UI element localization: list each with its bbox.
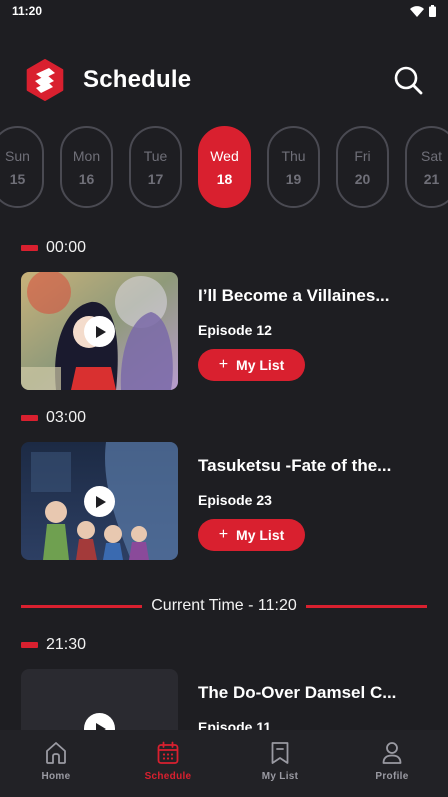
bottom-navigation: Home Schedule My List Profile [0,730,448,797]
button-label: My List [236,357,285,373]
day-name: Sat [420,147,442,164]
episode-thumbnail[interactable] [21,669,178,730]
status-time: 11:20 [12,4,43,18]
bookmark-icon [271,742,289,764]
day-chip-fri[interactable]: Fri 20 [336,126,389,208]
profile-icon [382,742,402,764]
day-chip-sun[interactable]: Sun 15 [0,126,44,208]
nav-label: Home [41,771,71,782]
day-name: Thu [281,147,306,164]
nav-label: My List [261,771,299,782]
play-icon[interactable] [84,316,115,347]
day-chip-sat[interactable]: Sat 21 [405,126,448,208]
episode-card[interactable]: The Do-Over Damsel C... Episode 11 [21,669,427,730]
episode-thumbnail[interactable] [21,442,178,560]
divider-line [305,604,428,608]
nav-home[interactable]: Home [0,730,112,797]
day-chip-wed[interactable]: Wed 18 [198,126,251,208]
play-icon[interactable] [84,486,115,517]
time-slot-header: 00:00 [21,239,86,257]
app-logo-icon [26,59,64,101]
current-time-indicator: Current Time - 11:20 [21,596,428,616]
nav-label: Schedule [144,771,192,782]
play-icon[interactable] [84,713,115,730]
nav-schedule[interactable]: Schedule [112,730,224,797]
episode-title[interactable]: The Do-Over Damsel C... [198,683,427,703]
day-name: Mon [72,147,101,164]
day-chip-tue[interactable]: Tue 17 [129,126,182,208]
day-chip-mon[interactable]: Mon 16 [60,126,113,208]
day-name: Wed [210,147,239,164]
nav-my-list[interactable]: My List [224,730,336,797]
button-label: My List [236,527,285,543]
episode-title[interactable]: I’ll Become a Villaines... [198,286,427,306]
add-to-my-list-button[interactable]: + My List [198,349,305,381]
nav-label: Profile [375,771,409,782]
day-number: 17 [147,170,164,187]
plus-icon: + [218,526,229,543]
battery-icon [429,5,436,17]
page-title: Schedule [83,66,192,93]
day-name: Sun [5,147,30,164]
episode-number: Episode 23 [198,492,272,508]
day-chip-thu[interactable]: Thu 19 [267,126,320,208]
nav-profile[interactable]: Profile [336,730,448,797]
episode-card[interactable]: Tasuketsu -Fate of the... Episode 23 + M… [21,442,427,560]
plus-icon: + [218,356,229,373]
episode-number: Episode 12 [198,322,272,338]
add-to-my-list-button[interactable]: + My List [198,519,305,551]
day-number: 15 [9,170,26,187]
day-name: Fri [354,147,371,164]
time-marker [21,415,38,421]
schedule-list[interactable]: 00:00 I’ll Become a Villaines... Episode… [0,230,448,730]
episode-title[interactable]: Tasuketsu -Fate of the... [198,456,427,476]
episode-number: Episode 11 [198,719,272,730]
episode-card[interactable]: I’ll Become a Villaines... Episode 12 + … [21,272,427,390]
day-number: 19 [285,170,302,187]
episode-thumbnail[interactable] [21,272,178,390]
day-name: Tue [143,147,168,164]
home-icon [46,742,66,764]
time-slot-header: 21:30 [21,636,86,654]
day-number: 21 [423,170,440,187]
current-time-label: Current Time - 11:20 [151,597,297,614]
app-header: Schedule [24,56,424,104]
search-icon[interactable] [392,64,424,96]
time-slot-header: 03:00 [21,409,86,427]
day-number: 16 [78,170,95,187]
time-marker [21,245,38,251]
calendar-icon [157,741,179,764]
slot-time: 00:00 [46,239,87,256]
day-number: 18 [216,170,233,187]
wifi-icon [410,5,424,17]
time-marker [21,642,38,648]
slot-time: 21:30 [46,636,87,653]
divider-line [21,604,143,608]
status-bar: 11:20 [0,0,448,22]
slot-time: 03:00 [46,409,87,426]
status-icons [410,5,436,17]
day-selector: Sun 15 Mon 16 Tue 17 Wed 18 Thu 19 Fri 2… [0,126,448,208]
day-number: 20 [354,170,371,187]
